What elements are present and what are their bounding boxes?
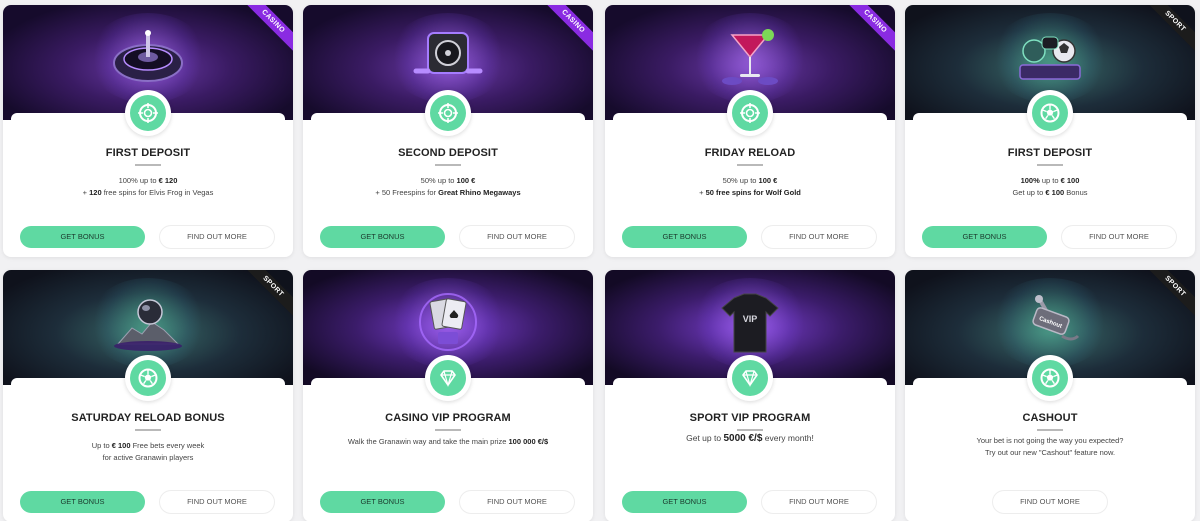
- promo-description: Get up to 5000 €/$ every month!: [686, 433, 814, 444]
- roulette-chip-icon: [125, 90, 171, 136]
- get-bonus-button[interactable]: GET BONUS: [20, 226, 145, 248]
- promo-description: 50% up to 100 € + 50 free spins for Wolf…: [699, 176, 801, 197]
- promo-title: SATURDAY RELOAD BONUS: [71, 412, 225, 424]
- find-out-more-button[interactable]: FIND OUT MORE: [160, 491, 274, 513]
- find-out-more-button[interactable]: FIND OUT MORE: [762, 226, 876, 248]
- promo-description: Up to € 100 Free bets every week for act…: [91, 441, 205, 462]
- promo-title: FIRST DEPOSIT: [105, 147, 191, 159]
- promo-title: CASINO VIP PROGRAM: [385, 412, 511, 424]
- promo-description: 100% up to € 100 Get up to € 100 Bonus: [1012, 176, 1088, 197]
- playing-cards-icon: [410, 292, 486, 354]
- diamond-icon: [727, 355, 773, 401]
- promo-card-saturday-reload-bonus: Sport SATURDAY RELOAD BONUS Up to € 100 …: [3, 270, 293, 521]
- category-ribbon: Sport: [1139, 5, 1195, 61]
- category-ribbon: Casino: [839, 5, 895, 61]
- get-bonus-button[interactable]: GET BONUS: [320, 491, 445, 513]
- soccer-ball-icon: [1027, 90, 1073, 136]
- promo-card-sport-first-deposit: Sport FIRST DEPOSIT 100% up to € 100 Get…: [905, 5, 1195, 257]
- promo-title: FRIDAY RELOAD: [704, 147, 796, 159]
- get-bonus-button[interactable]: GET BONUS: [320, 226, 445, 248]
- roulette-wheel-icon: [110, 27, 186, 89]
- safe-icon: [410, 27, 486, 89]
- promo-card-cashout: Cashout Sport CASHOUT Your bet is not go…: [905, 270, 1195, 521]
- category-ribbon: Sport: [237, 270, 293, 326]
- soccer-ball-icon: [1027, 355, 1073, 401]
- find-out-more-button[interactable]: FIND OUT MORE: [1062, 226, 1176, 248]
- category-ribbon: Sport: [1139, 270, 1195, 326]
- category-ribbon: Casino: [537, 5, 593, 61]
- promo-title: CASHOUT: [1022, 412, 1078, 424]
- find-out-more-button[interactable]: FIND OUT MORE: [993, 491, 1107, 513]
- promo-title: SPORT VIP PROGRAM: [689, 412, 811, 424]
- roulette-chip-icon: [425, 90, 471, 136]
- promo-title: FIRST DEPOSIT: [1007, 147, 1093, 159]
- diamond-icon: [425, 355, 471, 401]
- svg-text:VIP: VIP: [743, 314, 758, 324]
- trophy-ball-icon: [110, 292, 186, 354]
- promo-card-casino-vip-program: CASINO VIP PROGRAM Walk the Granawin way…: [303, 270, 593, 521]
- get-bonus-button[interactable]: GET BONUS: [622, 226, 747, 248]
- promo-description: Your bet is not going the way you expect…: [976, 436, 1124, 457]
- promo-description: Walk the Granawin way and take the main …: [347, 437, 549, 446]
- promo-card-casino-second-deposit: Casino SECOND DEPOSIT 50% up to 100 € + …: [303, 5, 593, 257]
- get-bonus-button[interactable]: GET BONUS: [622, 491, 747, 513]
- promo-card-casino-friday-reload: Casino FRIDAY RELOAD 50% up to 100 € + 5…: [605, 5, 895, 257]
- find-out-more-button[interactable]: FIND OUT MORE: [762, 491, 876, 513]
- promo-description: 100% up to € 120 + 120 free spins for El…: [82, 176, 214, 197]
- get-bonus-button[interactable]: GET BONUS: [922, 226, 1047, 248]
- vip-jersey-icon: VIP: [712, 292, 788, 354]
- category-ribbon: Casino: [237, 5, 293, 61]
- promo-card-casino-first-deposit: Casino FIRST DEPOSIT 100% up to € 120 + …: [3, 5, 293, 257]
- find-out-more-button[interactable]: FIND OUT MORE: [160, 226, 274, 248]
- promo-description: 50% up to 100 € + 50 Freespins for Great…: [375, 176, 521, 197]
- find-out-more-button[interactable]: FIND OUT MORE: [460, 226, 574, 248]
- promo-title: SECOND DEPOSIT: [398, 147, 498, 159]
- sports-balls-icon: [1012, 27, 1088, 89]
- find-out-more-button[interactable]: FIND OUT MORE: [460, 491, 574, 513]
- get-bonus-button[interactable]: GET BONUS: [20, 491, 145, 513]
- promo-card-sport-vip-program: VIP SPORT VIP PROGRAM Get up to 5000 €/$…: [605, 270, 895, 521]
- cocktail-icon: [712, 27, 788, 89]
- roulette-chip-icon: [727, 90, 773, 136]
- soccer-ball-icon: [125, 355, 171, 401]
- cashout-lever-icon: Cashout: [1012, 292, 1088, 354]
